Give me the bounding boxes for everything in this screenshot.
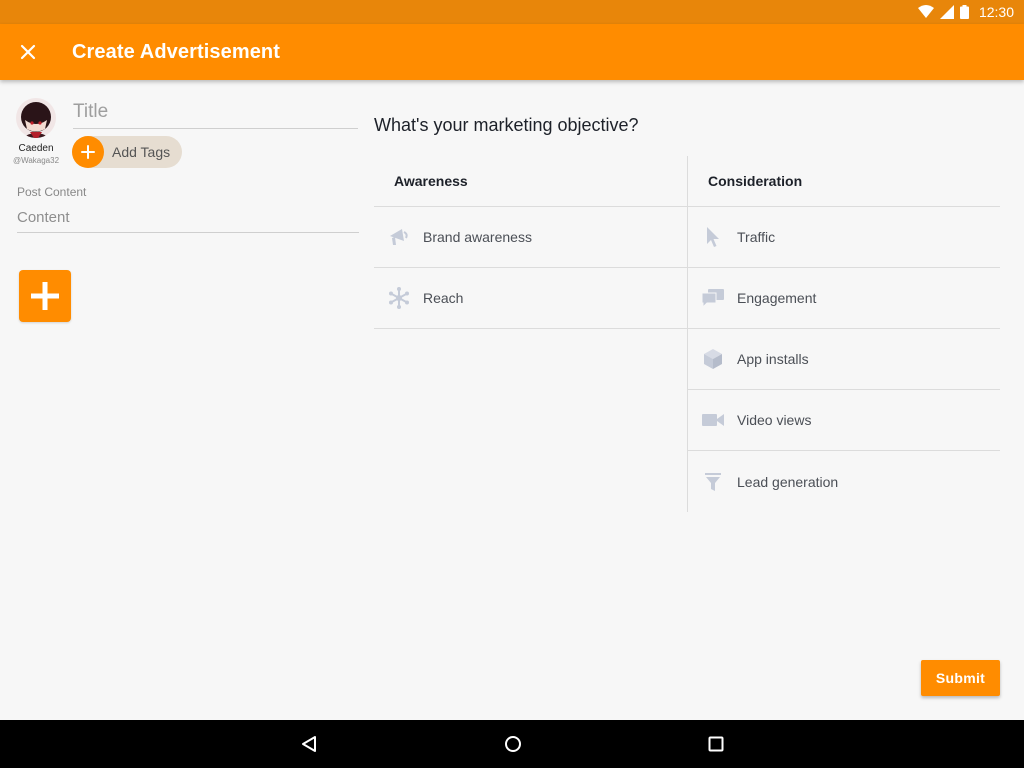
objective-label: Lead generation <box>737 473 839 490</box>
objective-label: Brand awareness <box>423 229 532 245</box>
add-media-button[interactable] <box>19 270 71 322</box>
megaphone-icon <box>374 207 423 268</box>
submit-button[interactable]: Submit <box>921 660 1000 696</box>
objective-label: Reach <box>423 290 464 306</box>
content-input[interactable] <box>17 203 359 233</box>
avatar[interactable] <box>16 98 56 138</box>
objective-brand-awareness[interactable]: Brand awareness <box>374 207 687 268</box>
status-time: 12:30 <box>978 4 1014 20</box>
status-icons: 12:30 <box>917 4 1014 20</box>
user-name: Caeden <box>18 143 54 154</box>
recents-icon <box>708 736 724 752</box>
close-button[interactable] <box>12 36 44 68</box>
back-icon <box>302 736 316 752</box>
awareness-column: Awareness Brand awareness Reach <box>374 156 687 329</box>
objective-reach[interactable]: Reach <box>374 268 687 329</box>
consideration-header: Consideration <box>688 156 1000 207</box>
awareness-header: Awareness <box>374 156 687 207</box>
add-tags-button[interactable]: Add Tags <box>72 136 182 168</box>
title-input[interactable] <box>73 96 358 129</box>
cell-signal-icon <box>939 5 954 19</box>
close-icon <box>20 44 36 60</box>
plus-icon <box>72 136 104 168</box>
user-handle: @Wakaga32 <box>12 156 60 165</box>
objective-question: What's your marketing objective? <box>374 115 639 135</box>
page-title: Create Advertisement <box>72 41 281 63</box>
battery-icon <box>959 5 969 19</box>
back-button[interactable] <box>297 732 321 756</box>
objective-app-installs[interactable]: App installs <box>688 329 1000 390</box>
objective-label: Engagement <box>737 290 817 306</box>
plus-icon <box>31 282 59 310</box>
cube-icon <box>688 329 737 390</box>
wifi-icon <box>917 5 934 18</box>
objective-label: Traffic <box>737 229 776 245</box>
objective-traffic[interactable]: Traffic <box>688 207 1000 268</box>
navigation-bar <box>0 720 1024 768</box>
cursor-icon <box>688 207 737 268</box>
chat-bubbles-icon <box>688 268 737 329</box>
objective-engagement[interactable]: Engagement <box>688 268 1000 329</box>
add-tags-label: Add Tags <box>112 144 171 160</box>
video-camera-icon <box>688 390 737 451</box>
objective-lead-generation[interactable]: Lead generation <box>688 451 1000 512</box>
consideration-column: Consideration Traffic Engagement App ins… <box>687 156 1000 512</box>
status-bar: 12:30 <box>0 0 1024 24</box>
objective-video-views[interactable]: Video views <box>688 390 1000 451</box>
objective-label: App installs <box>737 351 809 367</box>
recents-button[interactable] <box>704 732 728 756</box>
objective-label: Video views <box>737 412 812 428</box>
post-content-label: Post Content <box>17 185 87 199</box>
home-icon <box>505 736 521 752</box>
network-icon <box>374 268 423 329</box>
app-bar: Create Advertisement <box>0 24 1024 80</box>
home-button[interactable] <box>501 732 525 756</box>
funnel-icon <box>688 451 737 512</box>
